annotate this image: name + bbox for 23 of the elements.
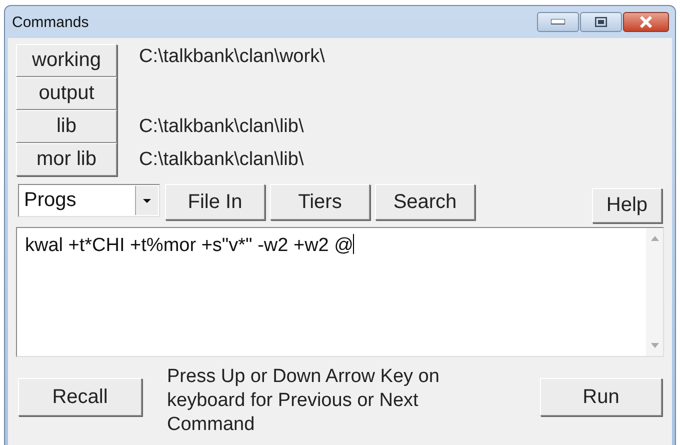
directory-path: C:\talkbank\clan\work\ xyxy=(139,45,326,68)
close-icon xyxy=(639,16,653,28)
dropdown-arrow-icon xyxy=(143,198,151,202)
close-button[interactable] xyxy=(623,12,669,32)
maximize-icon xyxy=(595,17,607,27)
directory-button[interactable]: output xyxy=(16,77,117,110)
directory-button[interactable]: working xyxy=(16,44,117,77)
help-button[interactable]: Help xyxy=(592,188,662,223)
directory-path: C:\talkbank\clan\lib\ xyxy=(139,148,305,170)
minimize-button[interactable] xyxy=(537,12,579,32)
directory-button[interactable]: mor lib xyxy=(16,143,117,176)
minimize-icon xyxy=(551,19,565,25)
window-title: Commands xyxy=(12,14,90,30)
maximize-button[interactable] xyxy=(580,12,622,32)
recall-button[interactable]: Recall xyxy=(18,378,142,416)
directory-button[interactable]: lib xyxy=(16,110,117,143)
run-button[interactable]: Run xyxy=(540,378,662,416)
toolbar-button[interactable]: File In xyxy=(165,184,265,220)
hint-text: Press Up or Down Arrow Key on keyboard for Previous or Next Command xyxy=(167,365,440,437)
toolbar-button[interactable]: Tiers xyxy=(270,184,370,220)
directory-path: C:\talkbank\clan\lib\ xyxy=(139,116,305,138)
toolbar-button[interactable]: Search xyxy=(375,184,475,220)
progs-dropdown[interactable]: Progs xyxy=(18,184,160,217)
